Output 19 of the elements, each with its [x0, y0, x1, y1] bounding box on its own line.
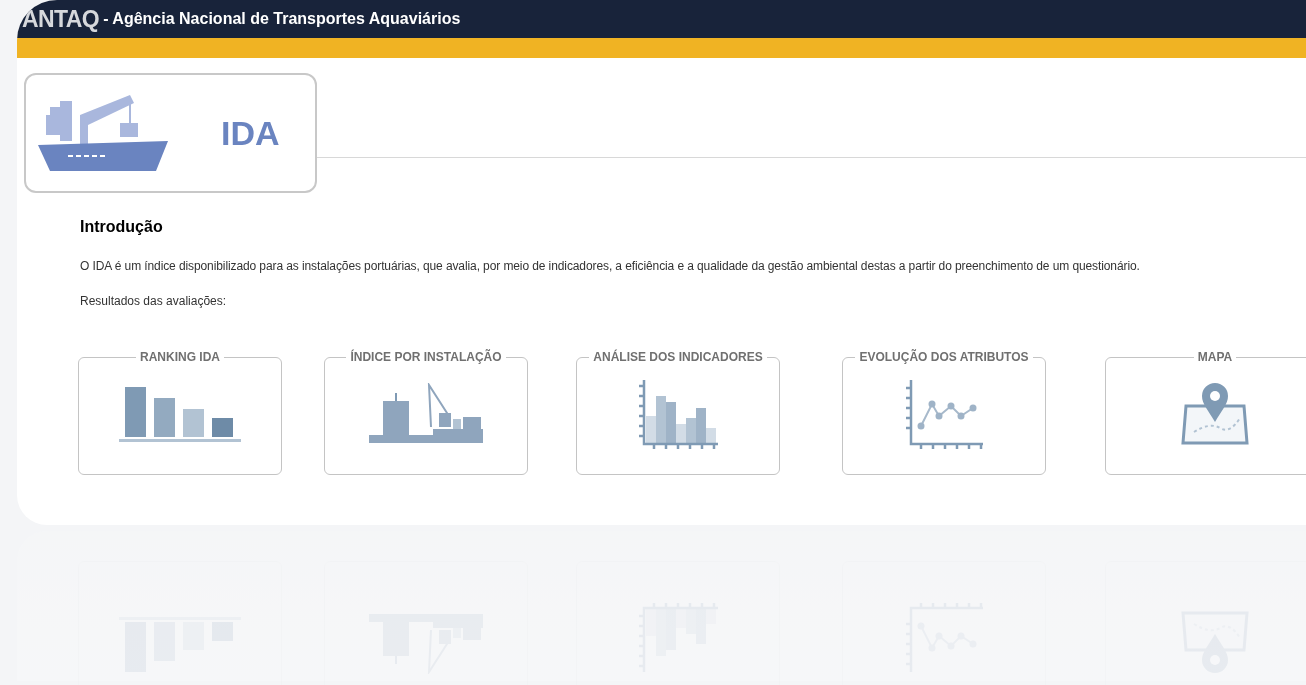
- site-title: - Agência Nacional de Transportes Aquaviários: [103, 9, 461, 29]
- banner-title: IDA: [221, 112, 280, 154]
- card-title: ANÁLISE DOS INDICADORES: [592, 348, 764, 366]
- result-card[interactable]: ANÁLISE DOS INDICADORES: [576, 348, 780, 475]
- result-card[interactable]: EVOLUÇÃO DOS ATRIBUTOS: [842, 348, 1046, 475]
- result-card[interactable]: ÍNDICE POR INSTALAÇÃO: [324, 348, 528, 475]
- card-title: RANKING IDA: [139, 349, 221, 366]
- map-pin-icon: [1180, 382, 1250, 446]
- bar-chart-icon: [119, 385, 241, 443]
- logo: ANTAQ: [22, 4, 100, 34]
- results-label: Resultados das avaliações:: [80, 293, 228, 310]
- port-crane-icon: [369, 383, 483, 445]
- intro-paragraph: O IDA é um índice disponibilizado para as instalações portuárias, que avalia, por meio de indicadores, a eficiência e a qualidade da gestão ambiental destas a partir do preenchimento de um questionário.: [80, 258, 1141, 275]
- line-chart-icon: [903, 378, 985, 450]
- card-title: EVOLUÇÃO DOS ATRIBUTOS: [858, 348, 1030, 366]
- histogram-icon: [636, 378, 720, 450]
- card-title: ÍNDICE POR INSTALAÇÃO: [349, 348, 503, 366]
- section-heading: Introdução: [80, 217, 164, 237]
- card-title: MAPA: [1196, 349, 1234, 366]
